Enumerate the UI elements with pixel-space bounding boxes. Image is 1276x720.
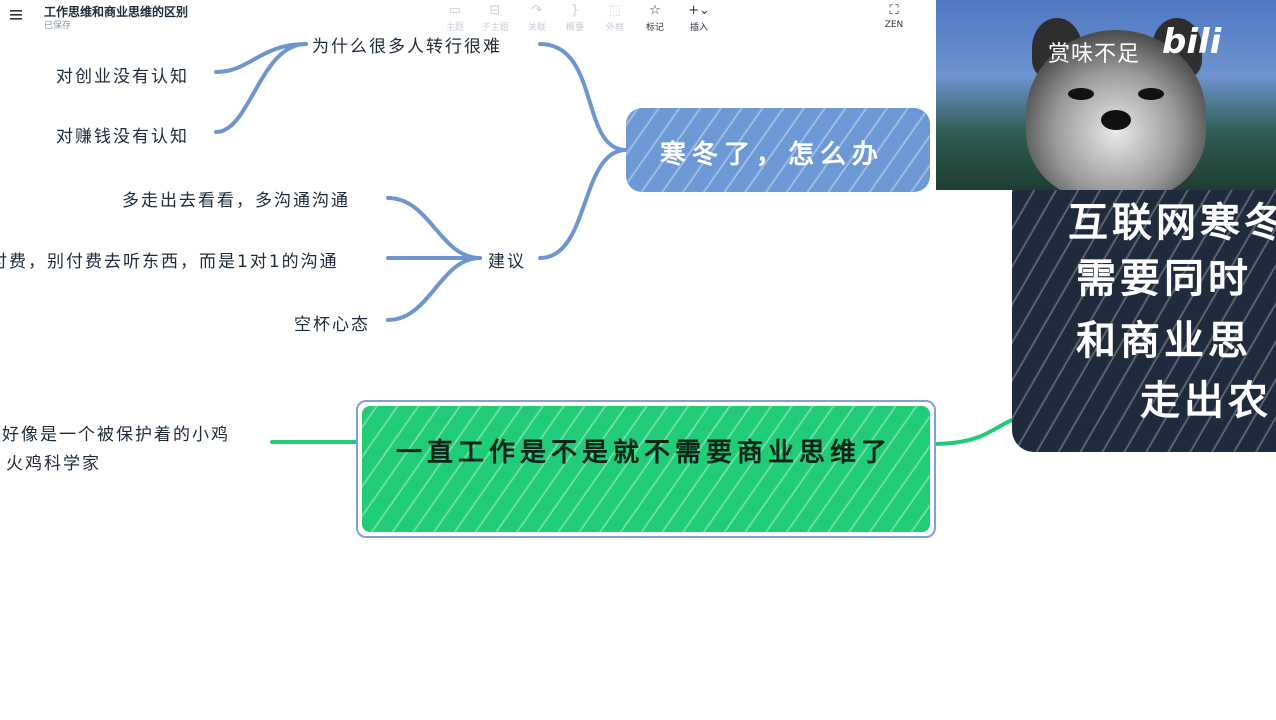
node-work-label: 一直工作是不是就不需要商业思维了 bbox=[396, 438, 893, 468]
card-line-3: 和商业思 bbox=[1076, 318, 1252, 364]
node-advice-root[interactable]: 建议 bbox=[488, 247, 526, 272]
nose bbox=[1101, 110, 1131, 130]
bilibili-logo: bili bbox=[1162, 22, 1222, 62]
eye-left bbox=[1068, 88, 1094, 100]
node-work-fill: 一直工作是不是就不需要商业思维了 bbox=[362, 406, 930, 532]
eye-right bbox=[1138, 88, 1164, 100]
node-winter-label: 寒冬了，怎么办 bbox=[660, 140, 885, 170]
dark-slide-card: 互联网寒冬 需要同时 和商业思 走出农 bbox=[1012, 190, 1276, 452]
overlay-caption: 赏味不足 bbox=[1048, 42, 1141, 67]
node-turkey-scientist[interactable]: 火鸡科学家 bbox=[6, 449, 101, 474]
node-no-money-knowledge[interactable]: 对赚钱没有认知 bbox=[56, 122, 189, 147]
node-advice-go-out[interactable]: 多走出去看看，多沟通沟通 bbox=[122, 186, 350, 211]
node-winter-what-to-do[interactable]: 寒冬了，怎么办 bbox=[626, 108, 930, 192]
card-line-4: 走出农 bbox=[1140, 378, 1272, 424]
card-line-2: 需要同时 bbox=[1076, 256, 1252, 302]
node-no-startup-knowledge[interactable]: 对创业没有认知 bbox=[56, 62, 189, 87]
node-why-hard-to-switch[interactable]: 为什么很多人转行很难 bbox=[312, 32, 502, 57]
card-line-1: 互联网寒冬 bbox=[1068, 200, 1276, 246]
video-overlay-image: 赏味不足 bili bbox=[936, 0, 1276, 190]
node-protected-chick[interactable]: 好像是一个被保护着的小鸡 bbox=[2, 420, 230, 445]
node-work-need-business-thinking[interactable]: 一直工作是不是就不需要商业思维了 bbox=[356, 400, 936, 538]
node-advice-empty-cup[interactable]: 空杯心态 bbox=[294, 310, 370, 335]
node-advice-one-on-one[interactable]: 付费，别付费去听东西，而是1对1的沟通 bbox=[0, 247, 339, 272]
